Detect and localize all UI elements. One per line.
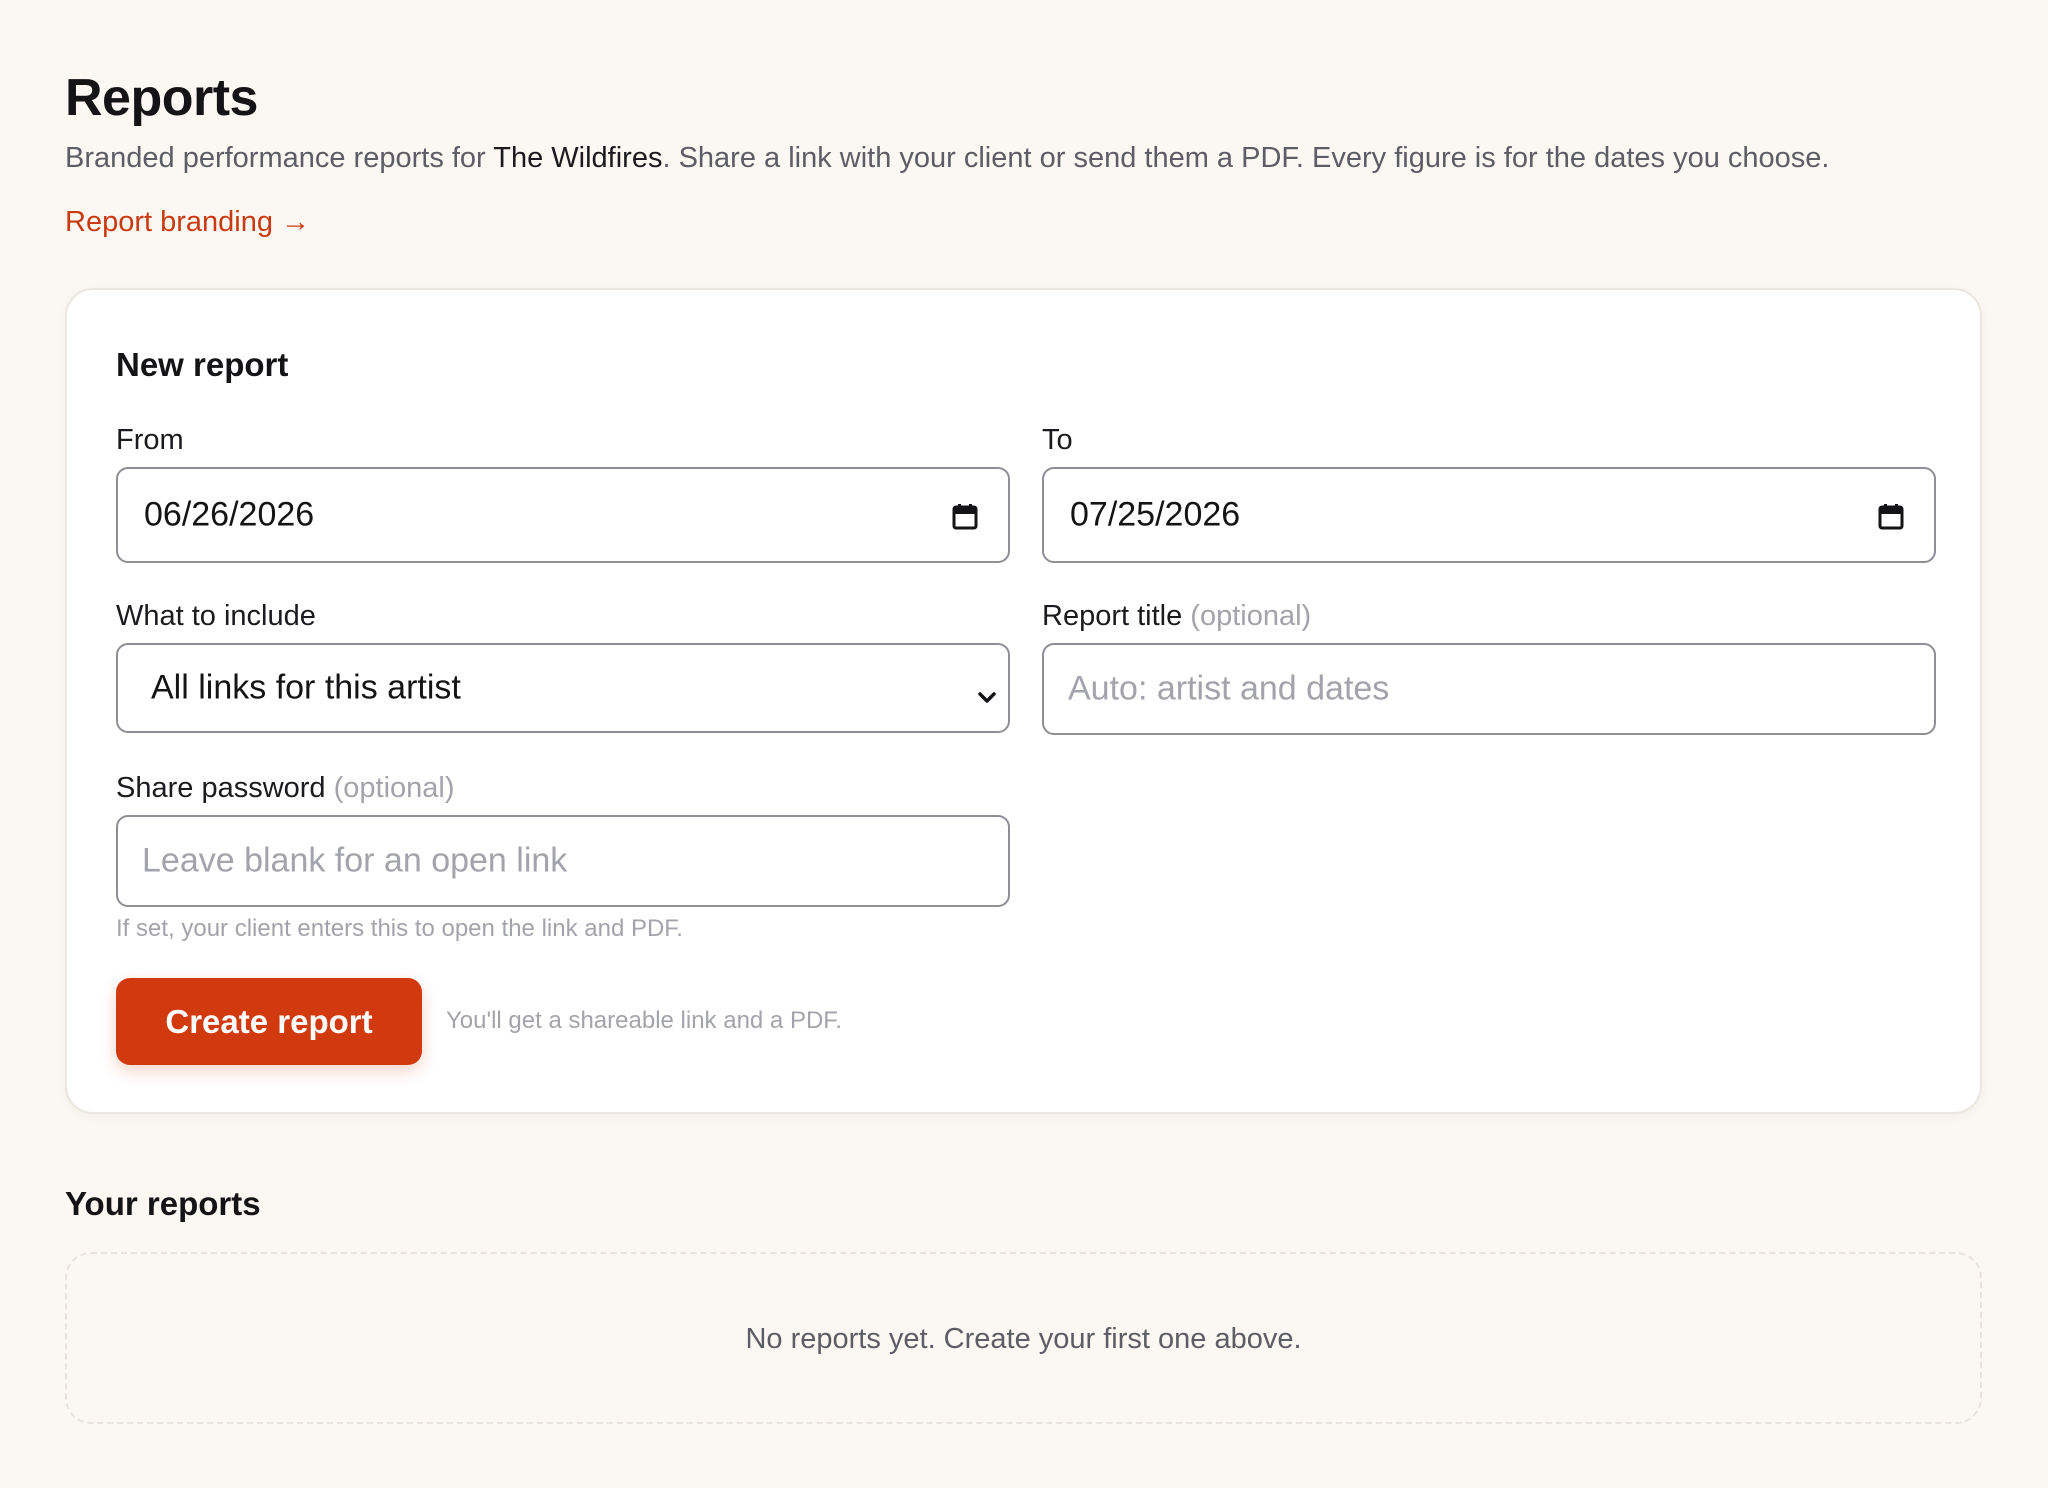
calendar-icon[interactable] [952,501,978,530]
report-title-label-text: Report title [1042,600,1183,632]
optional-tag: (optional) [1190,600,1312,632]
subtitle-text-start: Branded performance reports for [65,142,494,174]
new-report-card: New report From 06/26/2026 To 07/25/2026 [65,288,1982,1114]
report-branding-link[interactable]: Report branding → [65,203,310,241]
reports-empty-state: No reports yet. Create your first one ab… [65,1252,1982,1424]
optional-tag: (optional) [333,772,455,804]
share-password-label-text: Share password [116,772,326,804]
subtitle-text-end: . Share a link with your client or send … [662,142,1830,174]
calendar-icon[interactable] [1878,501,1904,530]
empty-state-message: No reports yet. Create your first one ab… [745,1323,1302,1355]
report-title-input[interactable]: Auto: artist and dates [1042,643,1936,735]
to-label: To [1042,424,1073,456]
report-title-placeholder: Auto: artist and dates [1068,669,1390,708]
include-label: What to include [116,600,316,632]
page-subtitle: Branded performance reports for The Wild… [65,139,1829,177]
to-date-value: 07/25/2026 [1070,495,1241,534]
share-password-placeholder: Leave blank for an open link [142,841,568,880]
new-report-title: New report [116,346,289,383]
include-select-value: All links for this artist [151,668,461,707]
include-select[interactable]: All links for this artist [116,643,1010,733]
page-title: Reports [65,69,258,127]
share-password-input[interactable]: Leave blank for an open link [116,815,1010,907]
chevron-down-icon[interactable] [976,678,998,703]
report-title-label: Report title (optional) [1042,598,1311,634]
share-password-hint: If set, your client enters this to open … [116,915,683,942]
create-report-hint: You'll get a shareable link and a PDF. [446,1007,842,1034]
from-label: From [116,424,184,456]
share-password-label: Share password (optional) [116,770,455,806]
create-report-button[interactable]: Create report [116,978,422,1065]
from-date-input[interactable]: 06/26/2026 [116,467,1010,563]
from-date-value: 06/26/2026 [144,495,315,534]
your-reports-title: Your reports [65,1185,261,1222]
to-date-input[interactable]: 07/25/2026 [1042,467,1936,563]
artist-name: The Wildfires [493,142,663,174]
